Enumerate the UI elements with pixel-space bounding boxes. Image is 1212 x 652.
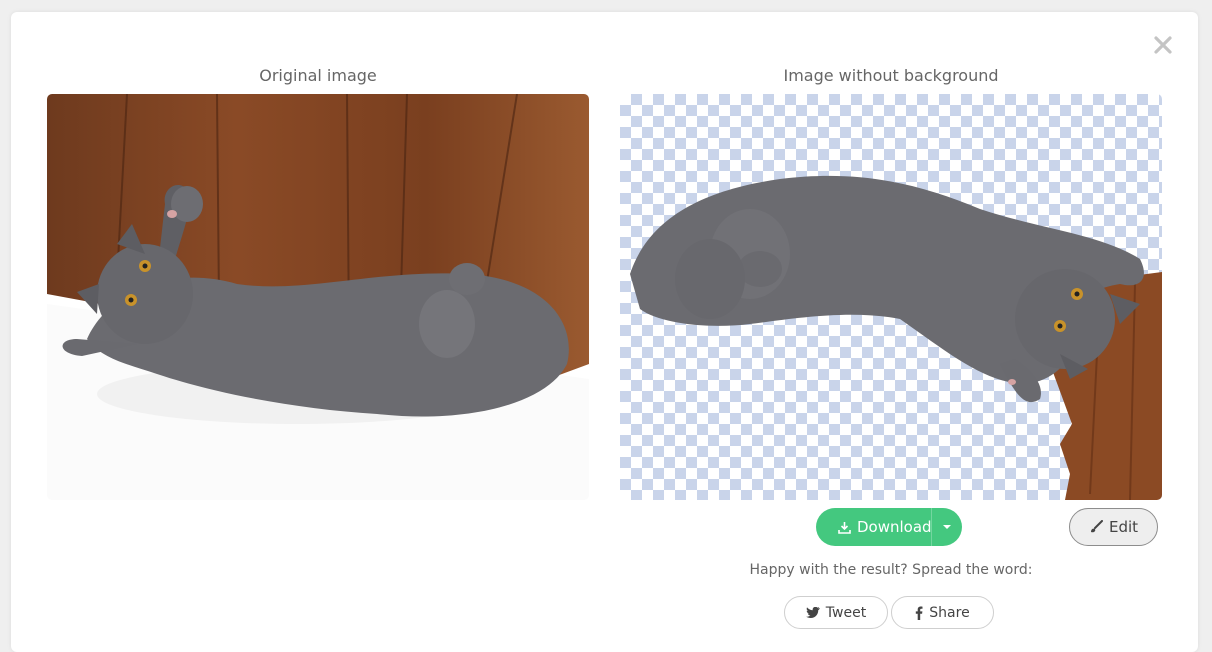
twitter-icon bbox=[805, 606, 820, 619]
edit-label: Edit bbox=[1108, 518, 1139, 536]
download-icon bbox=[838, 521, 851, 534]
download-options-button[interactable] bbox=[931, 508, 962, 546]
original-image-title: Original image bbox=[259, 66, 377, 85]
chevron-down-icon bbox=[943, 525, 951, 529]
brush-icon bbox=[1089, 520, 1103, 534]
result-modal: Original image Image without background … bbox=[11, 12, 1198, 652]
download-button[interactable]: Download bbox=[816, 508, 962, 546]
original-image bbox=[47, 94, 589, 500]
facebook-icon bbox=[915, 606, 923, 620]
close-icon[interactable] bbox=[1153, 35, 1173, 55]
result-image-title: Image without background bbox=[783, 66, 999, 85]
share-label: Share bbox=[929, 604, 970, 621]
tweet-button[interactable]: Tweet bbox=[784, 596, 888, 629]
tweet-label: Tweet bbox=[825, 604, 867, 621]
download-label: Download bbox=[857, 518, 932, 536]
share-prompt: Happy with the result? Spread the word: bbox=[749, 562, 1033, 578]
share-button[interactable]: Share bbox=[891, 596, 994, 629]
edit-button[interactable]: Edit bbox=[1069, 508, 1158, 546]
result-image bbox=[620, 94, 1162, 500]
